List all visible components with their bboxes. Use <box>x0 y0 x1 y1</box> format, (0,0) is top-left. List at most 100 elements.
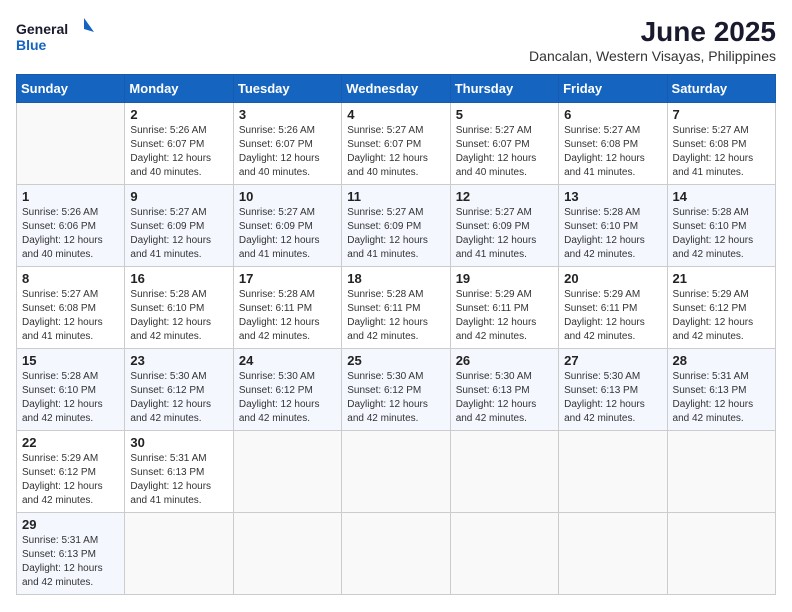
day-detail: Sunrise: 5:27 AMSunset: 6:09 PMDaylight:… <box>130 207 211 260</box>
calendar-cell: 24 Sunrise: 5:30 AMSunset: 6:12 PMDaylig… <box>233 349 341 431</box>
day-detail: Sunrise: 5:27 AMSunset: 6:09 PMDaylight:… <box>456 207 537 260</box>
day-detail: Sunrise: 5:31 AMSunset: 6:13 PMDaylight:… <box>22 535 103 588</box>
calendar-cell <box>233 513 341 595</box>
calendar-cell <box>125 513 233 595</box>
day-number: 1 <box>22 189 119 204</box>
day-detail: Sunrise: 5:29 AMSunset: 6:11 PMDaylight:… <box>564 289 645 342</box>
day-number: 18 <box>347 271 444 286</box>
title-area: June 2025 Dancalan, Western Visayas, Phi… <box>529 16 776 64</box>
day-number: 5 <box>456 107 553 122</box>
calendar-cell <box>667 513 775 595</box>
location-title: Dancalan, Western Visayas, Philippines <box>529 48 776 64</box>
svg-text:Blue: Blue <box>16 37 47 53</box>
calendar-cell: 25 Sunrise: 5:30 AMSunset: 6:12 PMDaylig… <box>342 349 450 431</box>
day-detail: Sunrise: 5:28 AMSunset: 6:10 PMDaylight:… <box>22 371 103 424</box>
day-number: 24 <box>239 353 336 368</box>
day-number: 22 <box>22 435 119 450</box>
calendar-cell <box>450 513 558 595</box>
calendar-cell: 12 Sunrise: 5:27 AMSunset: 6:09 PMDaylig… <box>450 185 558 267</box>
calendar-week-row: 22 Sunrise: 5:29 AMSunset: 6:12 PMDaylig… <box>17 431 776 513</box>
calendar-cell <box>342 431 450 513</box>
day-number: 17 <box>239 271 336 286</box>
calendar-cell: 18 Sunrise: 5:28 AMSunset: 6:11 PMDaylig… <box>342 267 450 349</box>
day-detail: Sunrise: 5:28 AMSunset: 6:10 PMDaylight:… <box>564 207 645 260</box>
day-number: 25 <box>347 353 444 368</box>
calendar-cell: 13 Sunrise: 5:28 AMSunset: 6:10 PMDaylig… <box>559 185 667 267</box>
day-detail: Sunrise: 5:27 AMSunset: 6:08 PMDaylight:… <box>673 125 754 178</box>
calendar-cell: 29 Sunrise: 5:31 AMSunset: 6:13 PMDaylig… <box>17 513 125 595</box>
calendar-cell: 28 Sunrise: 5:31 AMSunset: 6:13 PMDaylig… <box>667 349 775 431</box>
day-number: 19 <box>456 271 553 286</box>
day-number: 28 <box>673 353 770 368</box>
calendar-cell: 21 Sunrise: 5:29 AMSunset: 6:12 PMDaylig… <box>667 267 775 349</box>
calendar-cell <box>17 103 125 185</box>
day-detail: Sunrise: 5:30 AMSunset: 6:12 PMDaylight:… <box>347 371 428 424</box>
day-detail: Sunrise: 5:26 AMSunset: 6:07 PMDaylight:… <box>130 125 211 178</box>
calendar-cell <box>233 431 341 513</box>
day-number: 14 <box>673 189 770 204</box>
calendar-cell: 20 Sunrise: 5:29 AMSunset: 6:11 PMDaylig… <box>559 267 667 349</box>
day-number: 15 <box>22 353 119 368</box>
calendar-week-row: 2 Sunrise: 5:26 AMSunset: 6:07 PMDayligh… <box>17 103 776 185</box>
day-number: 13 <box>564 189 661 204</box>
calendar-cell: 6 Sunrise: 5:27 AMSunset: 6:08 PMDayligh… <box>559 103 667 185</box>
calendar-cell: 19 Sunrise: 5:29 AMSunset: 6:11 PMDaylig… <box>450 267 558 349</box>
day-number: 30 <box>130 435 227 450</box>
calendar-cell: 15 Sunrise: 5:28 AMSunset: 6:10 PMDaylig… <box>17 349 125 431</box>
calendar-cell <box>559 513 667 595</box>
day-number: 7 <box>673 107 770 122</box>
calendar-week-row: 29 Sunrise: 5:31 AMSunset: 6:13 PMDaylig… <box>17 513 776 595</box>
day-number: 12 <box>456 189 553 204</box>
day-number: 10 <box>239 189 336 204</box>
calendar-cell <box>667 431 775 513</box>
day-number: 20 <box>564 271 661 286</box>
page-header: General Blue June 2025 Dancalan, Western… <box>16 16 776 64</box>
calendar-week-row: 1 Sunrise: 5:26 AMSunset: 6:06 PMDayligh… <box>17 185 776 267</box>
calendar-cell: 4 Sunrise: 5:27 AMSunset: 6:07 PMDayligh… <box>342 103 450 185</box>
day-detail: Sunrise: 5:28 AMSunset: 6:10 PMDaylight:… <box>673 207 754 260</box>
day-detail: Sunrise: 5:28 AMSunset: 6:11 PMDaylight:… <box>347 289 428 342</box>
day-detail: Sunrise: 5:30 AMSunset: 6:12 PMDaylight:… <box>130 371 211 424</box>
calendar-cell: 9 Sunrise: 5:27 AMSunset: 6:09 PMDayligh… <box>125 185 233 267</box>
day-detail: Sunrise: 5:29 AMSunset: 6:12 PMDaylight:… <box>22 453 103 506</box>
calendar-cell: 5 Sunrise: 5:27 AMSunset: 6:07 PMDayligh… <box>450 103 558 185</box>
day-detail: Sunrise: 5:27 AMSunset: 6:09 PMDaylight:… <box>239 207 320 260</box>
calendar-cell <box>342 513 450 595</box>
day-detail: Sunrise: 5:30 AMSunset: 6:12 PMDaylight:… <box>239 371 320 424</box>
weekday-header: Thursday <box>450 75 558 103</box>
month-title: June 2025 <box>529 16 776 48</box>
day-detail: Sunrise: 5:31 AMSunset: 6:13 PMDaylight:… <box>673 371 754 424</box>
day-number: 6 <box>564 107 661 122</box>
calendar-cell: 2 Sunrise: 5:26 AMSunset: 6:07 PMDayligh… <box>125 103 233 185</box>
calendar-cell: 30 Sunrise: 5:31 AMSunset: 6:13 PMDaylig… <box>125 431 233 513</box>
day-number: 3 <box>239 107 336 122</box>
calendar-cell: 1 Sunrise: 5:26 AMSunset: 6:06 PMDayligh… <box>17 185 125 267</box>
calendar-cell: 17 Sunrise: 5:28 AMSunset: 6:11 PMDaylig… <box>233 267 341 349</box>
weekday-header: Monday <box>125 75 233 103</box>
day-detail: Sunrise: 5:27 AMSunset: 6:07 PMDaylight:… <box>347 125 428 178</box>
calendar-cell: 11 Sunrise: 5:27 AMSunset: 6:09 PMDaylig… <box>342 185 450 267</box>
day-detail: Sunrise: 5:29 AMSunset: 6:12 PMDaylight:… <box>673 289 754 342</box>
calendar-cell: 8 Sunrise: 5:27 AMSunset: 6:08 PMDayligh… <box>17 267 125 349</box>
logo-icon: General Blue <box>16 16 96 60</box>
calendar-cell: 23 Sunrise: 5:30 AMSunset: 6:12 PMDaylig… <box>125 349 233 431</box>
day-detail: Sunrise: 5:27 AMSunset: 6:08 PMDaylight:… <box>564 125 645 178</box>
calendar-cell: 26 Sunrise: 5:30 AMSunset: 6:13 PMDaylig… <box>450 349 558 431</box>
day-detail: Sunrise: 5:27 AMSunset: 6:07 PMDaylight:… <box>456 125 537 178</box>
day-detail: Sunrise: 5:31 AMSunset: 6:13 PMDaylight:… <box>130 453 211 506</box>
day-number: 27 <box>564 353 661 368</box>
calendar-week-row: 15 Sunrise: 5:28 AMSunset: 6:10 PMDaylig… <box>17 349 776 431</box>
calendar-cell: 7 Sunrise: 5:27 AMSunset: 6:08 PMDayligh… <box>667 103 775 185</box>
logo: General Blue <box>16 16 96 60</box>
day-number: 11 <box>347 189 444 204</box>
calendar-cell <box>450 431 558 513</box>
day-number: 2 <box>130 107 227 122</box>
calendar-cell: 14 Sunrise: 5:28 AMSunset: 6:10 PMDaylig… <box>667 185 775 267</box>
weekday-header: Wednesday <box>342 75 450 103</box>
day-number: 29 <box>22 517 119 532</box>
day-detail: Sunrise: 5:29 AMSunset: 6:11 PMDaylight:… <box>456 289 537 342</box>
day-detail: Sunrise: 5:26 AMSunset: 6:06 PMDaylight:… <box>22 207 103 260</box>
calendar-cell: 10 Sunrise: 5:27 AMSunset: 6:09 PMDaylig… <box>233 185 341 267</box>
day-detail: Sunrise: 5:30 AMSunset: 6:13 PMDaylight:… <box>564 371 645 424</box>
calendar-cell <box>559 431 667 513</box>
